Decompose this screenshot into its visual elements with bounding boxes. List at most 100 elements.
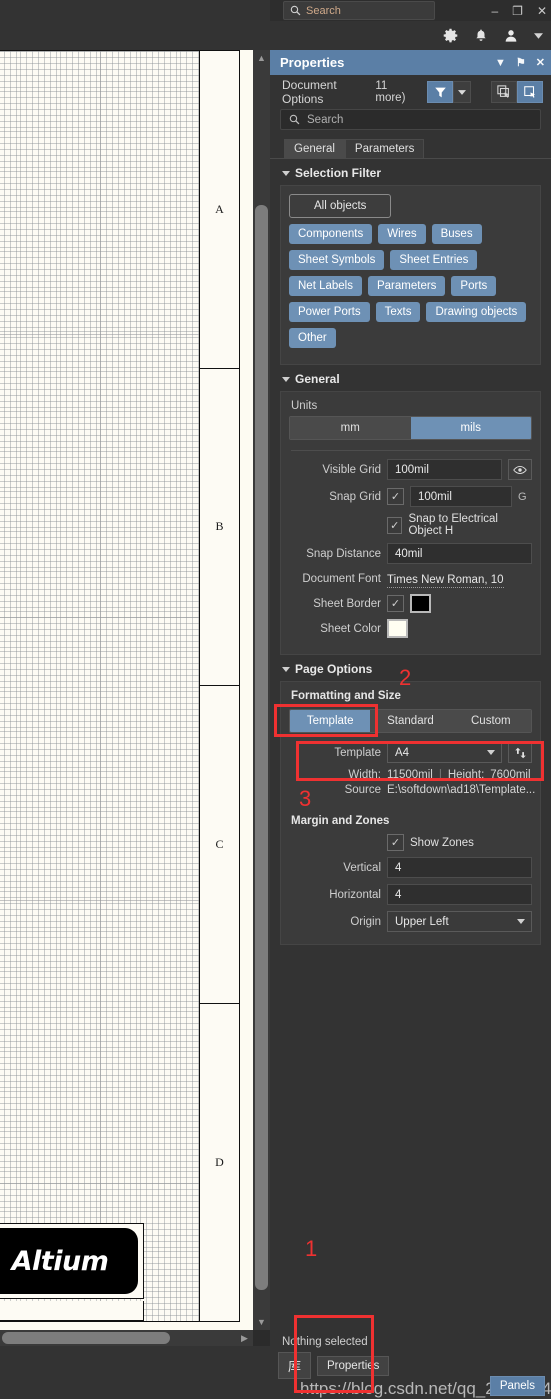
panels-button[interactable]: Panels (489, 1376, 545, 1396)
minimize-button[interactable]: – (491, 4, 498, 18)
scroll-up-arrow[interactable]: ▲ (253, 50, 270, 66)
schematic-canvas[interactable]: A B C D Altium (0, 50, 253, 1330)
filter-row-4: Power Ports Texts Drawing objects (289, 302, 534, 322)
sheet-border-row: Sheet Border ✓ (289, 594, 532, 613)
object-type-label: Document Options (282, 78, 337, 106)
filter-chip-buses[interactable]: Buses (431, 224, 482, 244)
show-zones-checkbox[interactable]: ✓ (387, 834, 404, 851)
format-option-standard[interactable]: Standard (370, 710, 451, 732)
eye-icon (513, 465, 527, 474)
vertical-input[interactable]: 4 (387, 857, 532, 878)
chevron-down-icon[interactable] (534, 32, 543, 39)
filter-chip-ports[interactable]: Ports (451, 276, 497, 296)
filter-chip-wires[interactable]: Wires (378, 224, 426, 244)
filter-button[interactable] (427, 81, 454, 103)
snap-grid-input[interactable]: 100mil (410, 486, 512, 507)
filter-chip-other[interactable]: Other (289, 328, 336, 348)
properties-tab[interactable]: Properties (317, 1355, 390, 1376)
search-icon (290, 5, 301, 16)
template-update-button[interactable] (508, 742, 532, 763)
origin-select[interactable]: Upper Left (387, 911, 532, 932)
sheet-border-checkbox[interactable]: ✓ (387, 595, 404, 612)
canvas-vertical-scrollbar[interactable]: ▲ ▼ (253, 50, 270, 1330)
filter-chip-sheet-entries[interactable]: Sheet Entries (390, 250, 478, 270)
panel-pin-icon[interactable]: ⚑ (516, 56, 526, 69)
filter-row-2: Sheet Symbols Sheet Entries (289, 250, 534, 270)
user-avatar-icon[interactable] (504, 28, 518, 43)
tab-general[interactable]: General (284, 139, 345, 158)
filter-button-group (427, 81, 472, 103)
vertical-label: Vertical (343, 861, 381, 874)
funnel-icon (434, 87, 446, 97)
snap-electrical-checkbox[interactable]: ✓ (387, 516, 403, 534)
single-select-mode-button[interactable] (517, 81, 543, 103)
visible-grid-input[interactable]: 100mil (387, 459, 502, 480)
units-option-mm[interactable]: mm (290, 417, 411, 439)
divider (291, 450, 530, 451)
format-option-template[interactable]: Template (290, 710, 371, 732)
filter-chip-sheet-symbols[interactable]: Sheet Symbols (289, 250, 385, 270)
maximize-button[interactable]: ❐ (512, 4, 523, 18)
sheet-color-swatch[interactable] (387, 619, 408, 638)
collapse-triangle-icon (282, 376, 290, 382)
page-options-group: Formatting and Size Template Standard Cu… (280, 681, 541, 945)
filter-chip-texts[interactable]: Texts (375, 302, 421, 322)
nothing-selected-status: Nothing selected (282, 1336, 368, 1348)
horizontal-input[interactable]: 4 (387, 884, 532, 905)
origin-row: Origin Upper Left (289, 911, 532, 932)
horizontal-scroll-thumb[interactable] (2, 1332, 170, 1344)
visible-grid-visibility-button[interactable] (508, 459, 532, 480)
panel-menu-icon[interactable]: ▼ (495, 57, 506, 69)
sheet-border-color-swatch[interactable] (410, 594, 431, 613)
filter-row-5: Other (289, 328, 534, 348)
format-option-custom[interactable]: Custom (450, 710, 531, 732)
sheet-border-label: Sheet Border (313, 597, 381, 610)
select-all-mode-button[interactable] (491, 81, 517, 103)
selection-filter-section-header[interactable]: Selection Filter (270, 159, 551, 185)
filter-chip-parameters[interactable]: Parameters (367, 276, 446, 296)
scroll-right-arrow[interactable]: ▶ (236, 1330, 253, 1346)
chevron-down-icon (487, 750, 495, 755)
document-font-value[interactable]: Times New Roman, 10 (387, 574, 504, 588)
properties-panel-header: Properties ▼ ⚑ ✕ (270, 50, 551, 75)
template-select[interactable]: A4 (387, 742, 502, 763)
library-tab[interactable]: 库 (278, 1352, 312, 1379)
selection-mode-group (491, 81, 543, 103)
zone-label-c: C (200, 686, 239, 1004)
snap-distance-input[interactable]: 40mil (387, 543, 532, 564)
filter-chip-drawing-objects[interactable]: Drawing objects (426, 302, 527, 322)
origin-select-value: Upper Left (395, 915, 449, 928)
close-button[interactable]: ✕ (537, 4, 547, 18)
search-icon (289, 114, 300, 125)
scroll-down-arrow[interactable]: ▼ (253, 1314, 270, 1330)
filter-chip-net-labels[interactable]: Net Labels (289, 276, 362, 296)
selection-filter-heading: Selection Filter (295, 166, 382, 180)
units-option-mils[interactable]: mils (410, 417, 531, 439)
title-block: Altium (0, 1223, 144, 1299)
filter-chip-power-ports[interactable]: Power Ports (289, 302, 370, 322)
gear-icon[interactable] (443, 28, 458, 43)
general-heading: General (295, 372, 340, 386)
snap-electrical-row: ✓ Snap to Electrical Object H (289, 513, 532, 537)
filter-chip-all-objects[interactable]: All objects (289, 194, 392, 218)
application-window: Search – ❐ ✕ A B C D Altium ▲ ▼ ▶ Proper… (0, 0, 551, 1399)
filter-dropdown-button[interactable] (453, 81, 472, 103)
bottom-tab-bar: 库 Properties (270, 1348, 551, 1379)
panel-close-icon[interactable]: ✕ (536, 56, 545, 69)
vertical-scroll-thumb[interactable] (255, 205, 268, 1290)
horizontal-row: Horizontal 4 (289, 884, 532, 905)
properties-panel: Properties ▼ ⚑ ✕ Document Options 11 mor… (270, 50, 551, 1399)
width-label: Width: (348, 769, 381, 781)
tab-parameters[interactable]: Parameters (344, 139, 425, 158)
panel-search-input[interactable]: Search (280, 109, 541, 130)
snap-grid-shortcut: G (518, 490, 527, 503)
swap-arrows-icon (514, 747, 526, 758)
filter-chip-components[interactable]: Components (289, 224, 373, 244)
ribbon-left-region (0, 21, 270, 50)
snap-grid-checkbox[interactable]: ✓ (387, 488, 404, 505)
global-search-input[interactable]: Search (283, 1, 435, 20)
bell-icon[interactable] (474, 28, 488, 43)
altium-logo-text: Altium (11, 1245, 109, 1277)
general-section-header[interactable]: General (270, 365, 551, 391)
canvas-horizontal-scrollbar[interactable]: ▶ (0, 1330, 253, 1346)
